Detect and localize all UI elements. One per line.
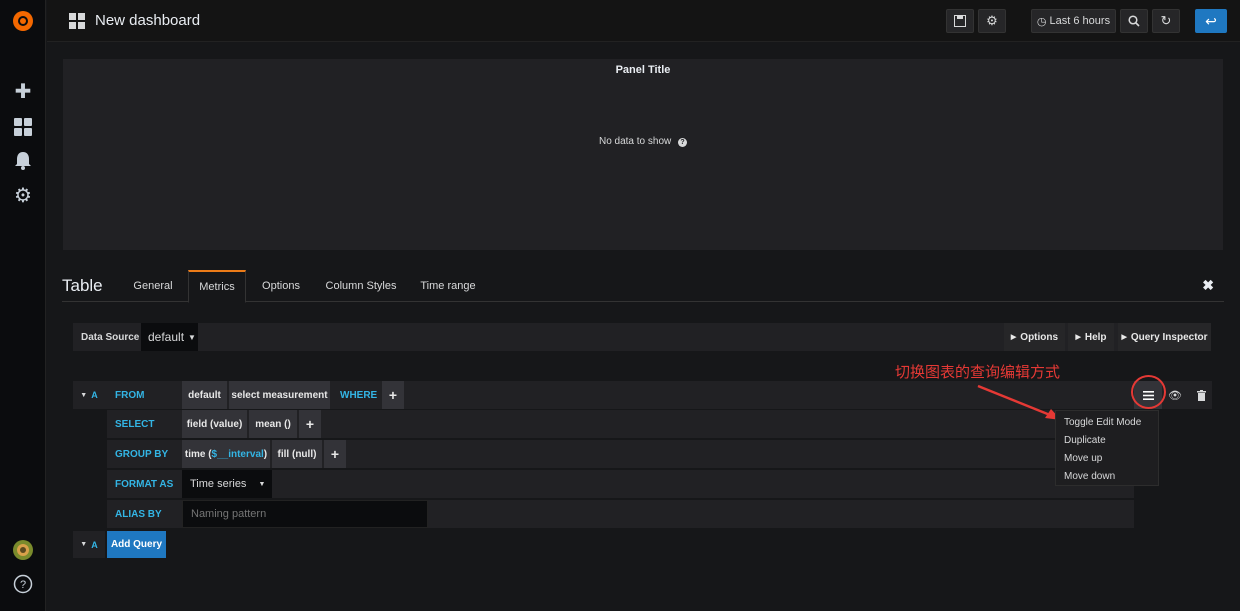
format-keyword: FORMAT AS (107, 470, 181, 498)
select-keyword: SELECT (107, 410, 181, 438)
groupby-fill-segment[interactable]: fill (null) (272, 440, 322, 468)
gear-icon[interactable]: ⚙ (12, 184, 34, 207)
trash-icon (1196, 389, 1206, 401)
datasource-label: Data Source (81, 332, 140, 343)
caret-down-icon: ▼ (258, 480, 266, 488)
annotation-text: 切换图表的查询编辑方式 (895, 364, 1061, 381)
sidebar: ✚ ⚙ ? (0, 0, 46, 611)
select-function-segment[interactable]: mean () (249, 410, 297, 438)
annotation-arrow (977, 384, 1061, 420)
menu-item-move-up[interactable]: Move up (1056, 449, 1158, 467)
remove-query-button[interactable] (1190, 381, 1212, 409)
plus-icon[interactable]: ✚ (12, 80, 34, 103)
caret-down-icon: ▼ (188, 332, 196, 342)
datasource-select[interactable]: default ▼ (141, 323, 198, 351)
dashboard-grid-icon[interactable] (69, 13, 85, 34)
settings-button[interactable]: ⚙ (978, 9, 1006, 33)
toggle-visibility-button[interactable]: 👁 (1163, 381, 1187, 409)
panel: Panel Title No data to show ? (63, 59, 1223, 250)
menu-item-duplicate[interactable]: Duplicate (1056, 431, 1158, 449)
avatar[interactable] (12, 539, 34, 561)
from-db-segment[interactable]: default (182, 381, 227, 409)
caret-down-icon: ▼ (80, 541, 88, 548)
zoom-out-button[interactable] (1120, 9, 1148, 33)
add-query-toggle[interactable]: ▼ A (73, 531, 105, 558)
groupby-keyword: GROUP BY (107, 440, 181, 468)
menu-item-move-down[interactable]: Move down (1056, 467, 1158, 485)
add-groupby-button[interactable]: + (324, 440, 346, 468)
editor-tabs: Table General Metrics Options Column Sty… (62, 270, 1224, 303)
close-icon[interactable]: ✖ (1202, 277, 1214, 294)
dashboards-icon[interactable] (12, 116, 34, 138)
time-picker-button[interactable]: ◷ Last 6 hours (1031, 9, 1116, 33)
format-select[interactable]: Time series ▼ (182, 470, 272, 498)
caret-right-icon: ▶ (1121, 334, 1127, 341)
add-where-button[interactable]: + (382, 381, 404, 409)
query-context-menu: Toggle Edit Mode Duplicate Move up Move … (1055, 410, 1159, 486)
query-collapse-toggle[interactable]: ▼ A (73, 381, 105, 409)
topbar: New dashboard ⚙ ◷ Last 6 hours ↻ ↩ (47, 0, 1240, 42)
caret-right-icon: ▶ (1010, 334, 1017, 341)
panel-title[interactable]: Panel Title (63, 64, 1223, 76)
refresh-button[interactable]: ↻ (1152, 9, 1180, 33)
bell-icon[interactable] (12, 150, 34, 172)
tab-options[interactable]: Options (252, 270, 310, 302)
select-field-segment[interactable]: field (value) (182, 410, 247, 438)
query-inspector-button[interactable]: ▶ Query Inspector (1118, 323, 1211, 351)
help-icon[interactable]: ? (12, 573, 34, 595)
dashboard-title[interactable]: New dashboard (95, 12, 200, 29)
from-keyword: FROM (107, 381, 181, 409)
where-keyword[interactable]: WHERE (332, 381, 380, 409)
save-button[interactable] (946, 9, 974, 33)
eye-icon: 👁 (1168, 389, 1182, 402)
back-button[interactable]: ↩ (1195, 9, 1227, 33)
tab-metrics[interactable]: Metrics (188, 270, 246, 303)
svg-text:?: ? (20, 579, 26, 591)
add-select-button[interactable]: + (299, 410, 321, 438)
clock-icon: ◷ (1036, 15, 1047, 28)
caret-down-icon: ▼ (80, 391, 88, 399)
measurement-segment[interactable]: select measurement (229, 381, 330, 409)
add-query-button[interactable]: Add Query (107, 531, 166, 558)
groupby-time-segment[interactable]: time ($__interval) (182, 440, 270, 468)
tab-time-range[interactable]: Time range (414, 270, 482, 302)
grafana-logo-icon[interactable] (10, 8, 36, 34)
alias-keyword: ALIAS BY (107, 500, 181, 528)
menu-item-toggle-edit-mode[interactable]: Toggle Edit Mode (1056, 413, 1158, 431)
alias-input[interactable] (182, 500, 428, 528)
no-data-message: No data to show ? (63, 136, 1223, 147)
tab-column-styles[interactable]: Column Styles (320, 270, 402, 302)
options-button[interactable]: ▶ Options (1004, 323, 1065, 351)
editor-title: Table (62, 276, 103, 295)
caret-right-icon: ▶ (1075, 334, 1081, 341)
question-circle-icon[interactable]: ? (678, 138, 688, 147)
help-button[interactable]: ▶ Help (1068, 323, 1114, 351)
annotation-circle (1131, 375, 1166, 409)
tab-general[interactable]: General (123, 270, 183, 302)
